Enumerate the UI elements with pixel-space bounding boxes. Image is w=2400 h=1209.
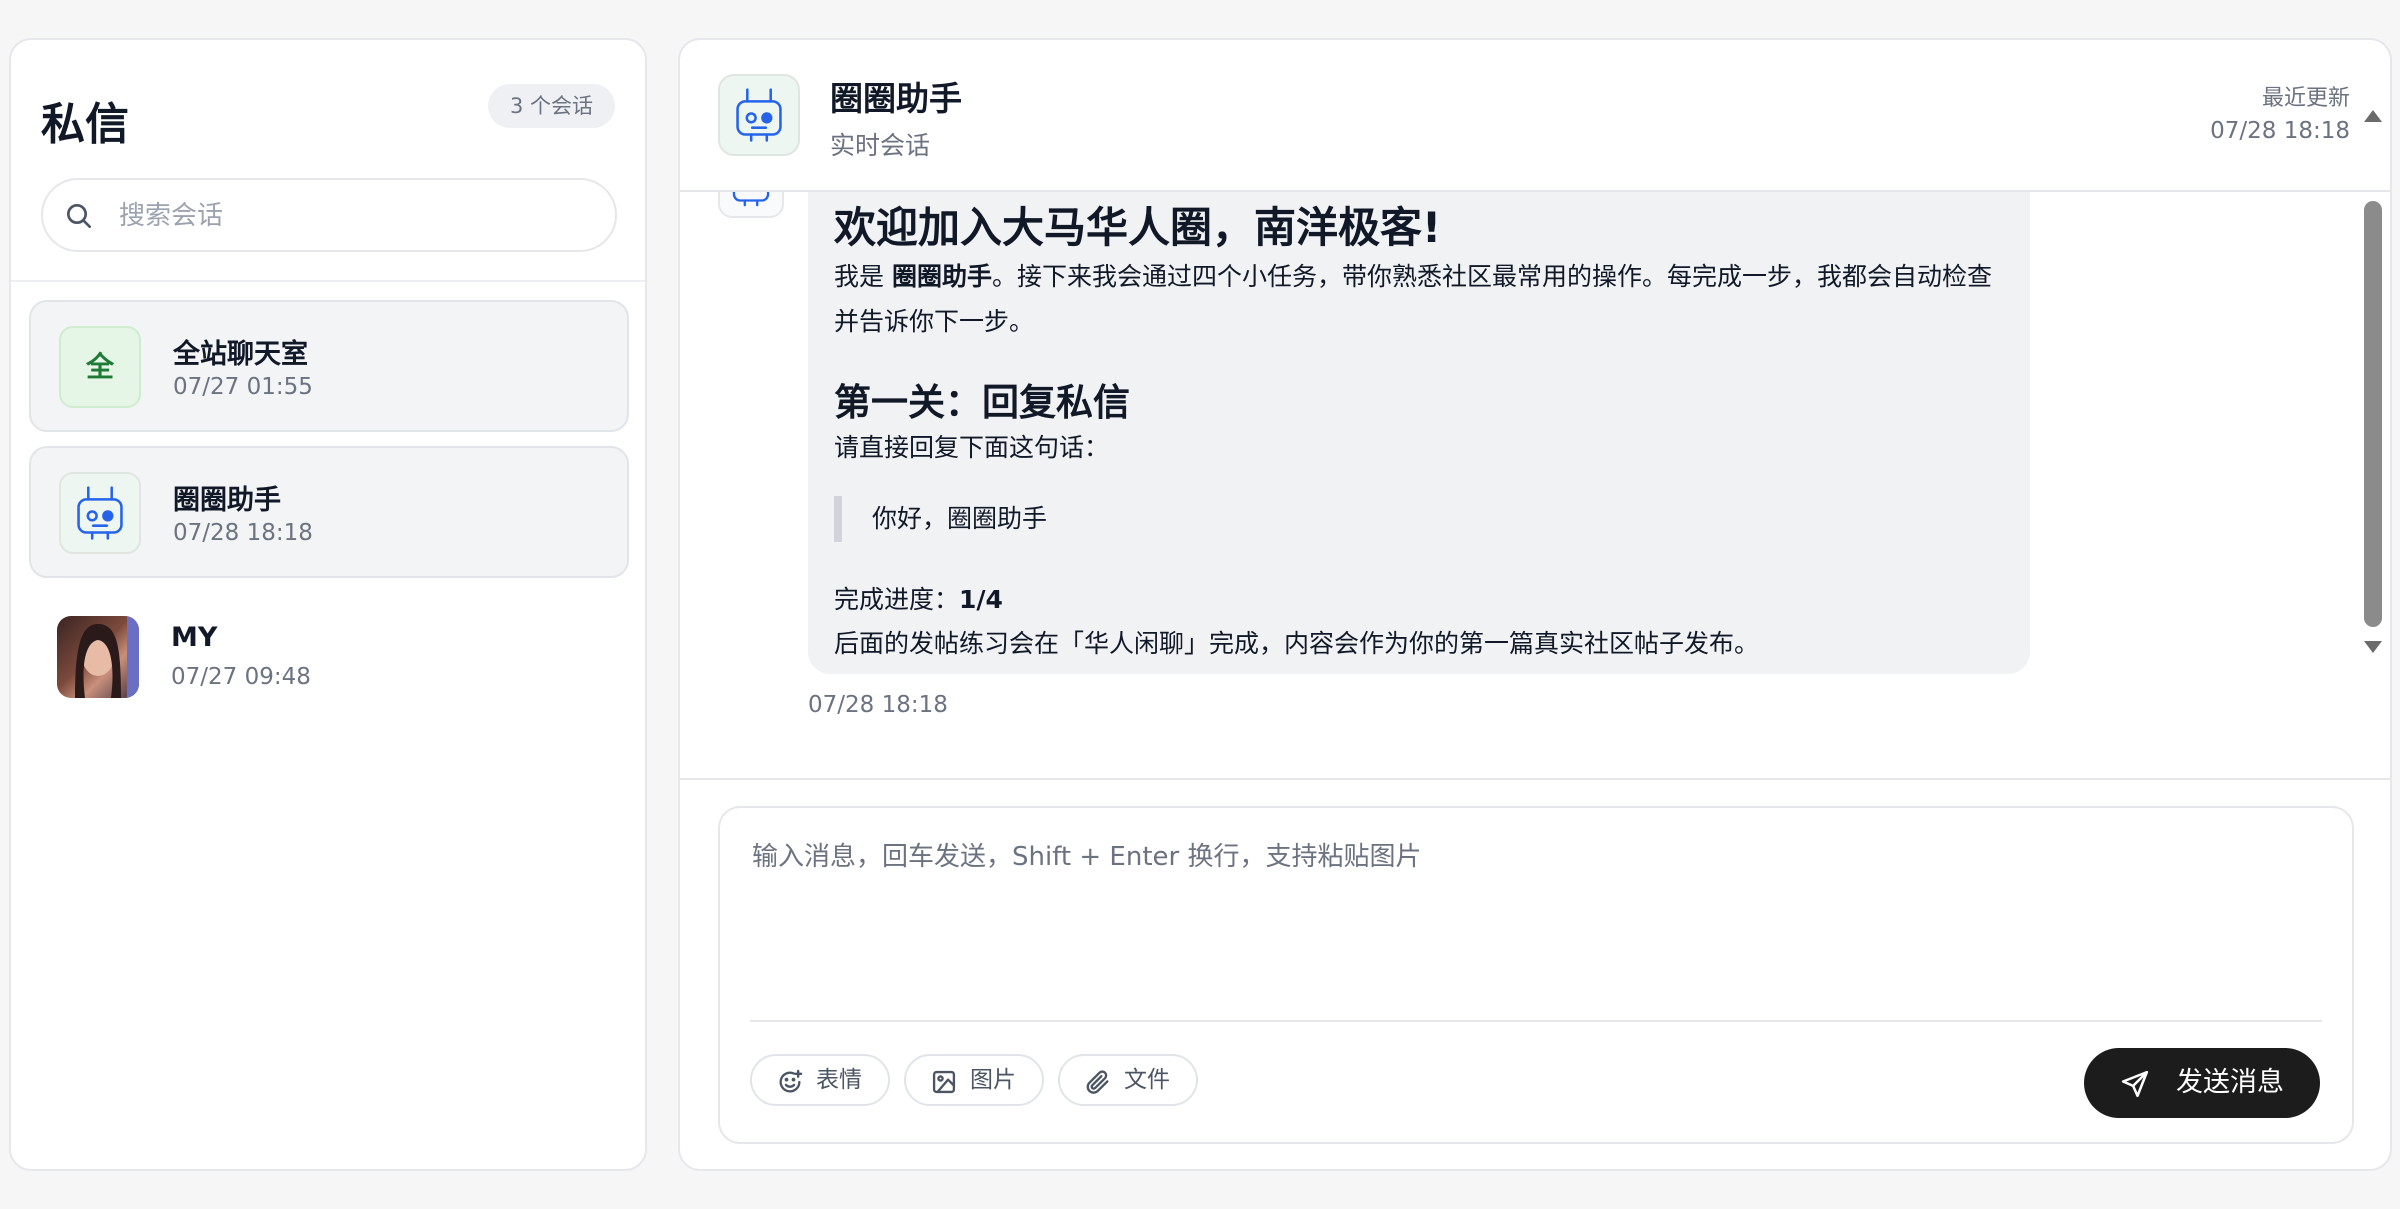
conversation-item-global-chat[interactable]: 全 全站聊天室 07/27 01:55: [29, 300, 629, 432]
search-input[interactable]: [117, 180, 601, 252]
avatar: 全: [59, 326, 141, 408]
message-list[interactable]: 欢迎加入大马华人圈，南洋极客! 我是 圈圈助手。接下来我会通过四个小任务，带你熟…: [680, 192, 2390, 778]
conversation-name: 圈圈助手: [173, 485, 281, 516]
scroll-down-arrow[interactable]: [2364, 641, 2382, 653]
conversation-name: 全站聊天室: [173, 339, 308, 370]
conversation-item-assistant[interactable]: 圈圈助手 07/28 18:18: [29, 446, 629, 578]
emoji-label: 表情: [816, 1067, 862, 1093]
emoji-icon: [779, 1069, 803, 1093]
avatar: [59, 472, 141, 554]
send-button[interactable]: 发送消息: [2084, 1048, 2320, 1118]
scroll-up-arrow[interactable]: [2364, 110, 2382, 122]
conversation-name: MY: [171, 622, 218, 653]
search-icon: [67, 204, 91, 228]
conversation-time: 07/27 01:55: [173, 374, 313, 400]
message-intro: 我是 圈圈助手。接下来我会通过四个小任务，带你熟悉社区最常用的操作。每完成一步，…: [834, 262, 1992, 336]
assistant-name-bold: 圈圈助手: [891, 262, 992, 291]
last-updated-label: 最近更新: [2261, 86, 2350, 111]
conversation-time: 07/27 09:48: [171, 664, 311, 690]
message-note: 后面的发帖练习会在「华人闲聊」完成，内容会作为你的第一篇真实社区帖子发布。: [834, 629, 1760, 658]
message-time: 07/28 18:18: [808, 692, 948, 718]
paperclip-icon: [1086, 1070, 1109, 1094]
user-photo-icon: [75, 616, 139, 698]
message-input[interactable]: [750, 834, 2324, 1018]
chat-panel: 圈圈助手 实时会话 最近更新 07/28 18:18 欢迎加入大马华人圈，南洋极…: [678, 38, 2392, 1171]
image-button[interactable]: 图片: [904, 1054, 1044, 1106]
send-icon: [2121, 1070, 2149, 1098]
sidebar-divider: [11, 280, 645, 282]
message-bubble: 欢迎加入大马华人圈，南洋极客! 我是 圈圈助手。接下来我会通过四个小任务，带你熟…: [808, 192, 2030, 674]
robot-icon: [77, 486, 123, 540]
robot-icon: [732, 192, 770, 207]
file-label: 文件: [1124, 1067, 1170, 1093]
message-composer: 表情 图片 文件 发送消息: [718, 806, 2354, 1144]
progress-text: 完成进度：1/4: [834, 585, 1003, 614]
progress-value: 1/4: [959, 585, 1003, 614]
composer-inner-divider: [750, 1020, 2322, 1022]
message-heading: 欢迎加入大马华人圈，南洋极客!: [834, 203, 1442, 252]
conversation-item-my[interactable]: MY 07/27 09:48: [29, 592, 629, 724]
chat-subtitle: 实时会话: [830, 131, 931, 160]
file-button[interactable]: 文件: [1058, 1054, 1198, 1106]
search-box[interactable]: [41, 178, 617, 252]
scrollbar-thumb[interactable]: [2364, 201, 2382, 627]
robot-icon: [736, 88, 782, 142]
conversation-sidebar: 私信 3 个会话 全 全站聊天室 07/27 01:55 圈圈助手 07/28 …: [9, 38, 647, 1171]
send-label: 发送消息: [2176, 1067, 2284, 1098]
task-instruction: 请直接回复下面这句话：: [834, 433, 1110, 462]
composer-divider: [680, 778, 2390, 780]
task-heading: 第一关：回复私信: [834, 381, 1130, 424]
message-avatar: [718, 192, 784, 218]
chat-avatar: [718, 74, 800, 156]
conversation-count-badge: 3 个会话: [487, 84, 615, 128]
reply-quote: 你好，圈圈助手: [834, 496, 1047, 542]
last-updated-time: 07/28 18:18: [2210, 118, 2350, 144]
conversation-time: 07/28 18:18: [173, 520, 313, 546]
image-icon: [932, 1070, 956, 1094]
avatar: [57, 616, 139, 698]
chat-title: 圈圈助手: [830, 79, 962, 118]
emoji-button[interactable]: 表情: [750, 1054, 890, 1106]
sidebar-title: 私信: [41, 99, 129, 150]
image-label: 图片: [970, 1067, 1016, 1093]
